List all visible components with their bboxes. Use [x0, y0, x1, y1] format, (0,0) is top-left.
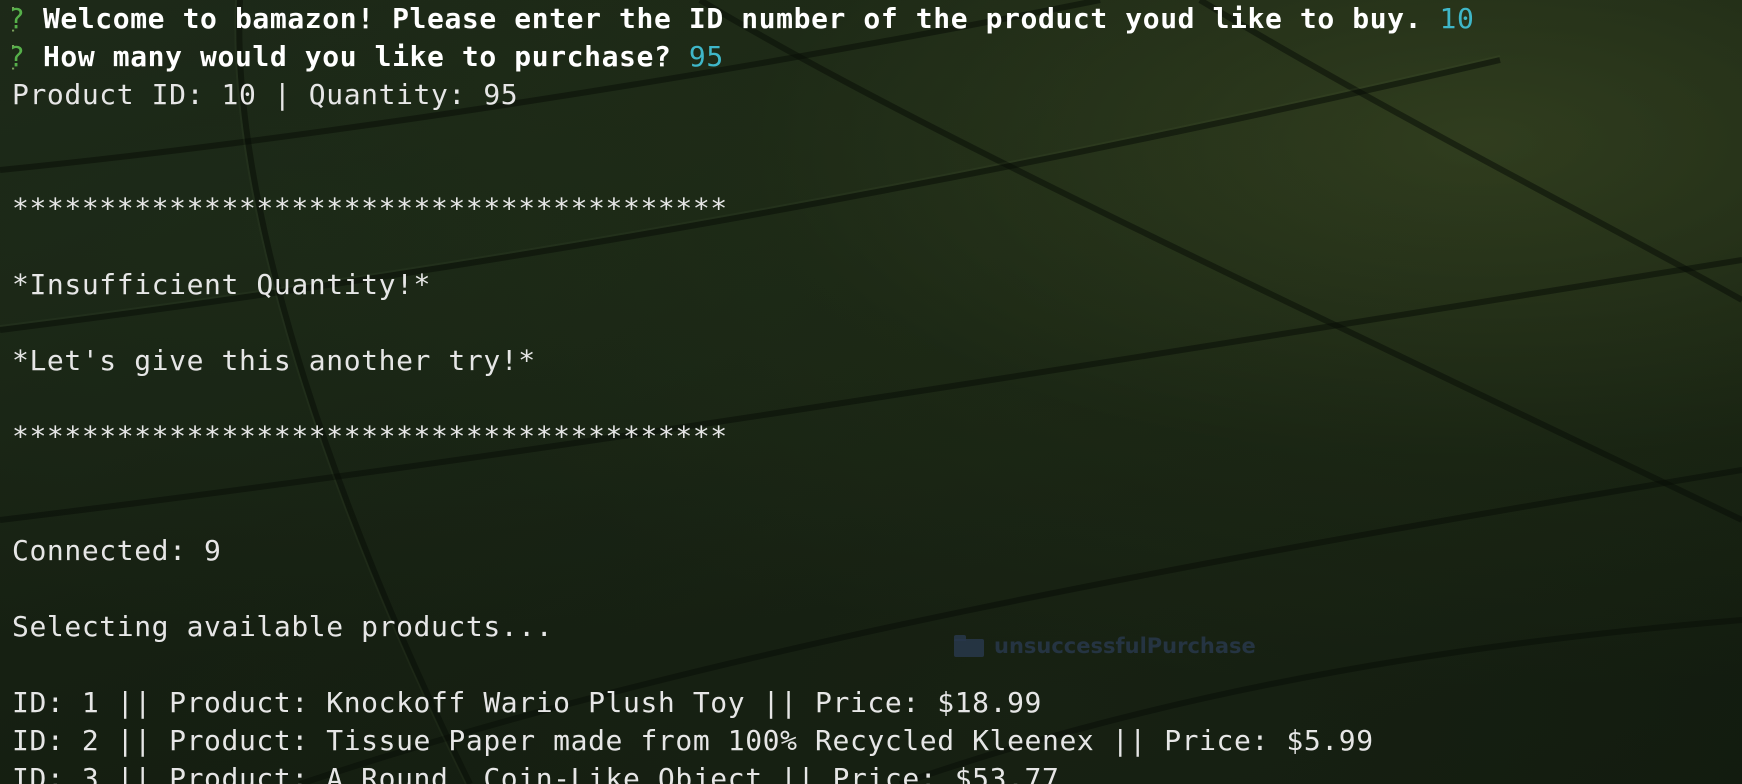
insufficient-quantity-message: *Insufficient Quantity!* [12, 268, 431, 301]
prompt-answer-product-id: 10 [1439, 2, 1475, 35]
product-row-1: ID: 1 || Product: Knockoff Wario Plush T… [12, 686, 1042, 719]
stars-divider-top: ****************************************… [12, 192, 728, 225]
prompt-question-product-id: Welcome to bamazon! Please enter the ID … [42, 2, 1423, 35]
product-row-3: ID: 3 || Product: A Round, Coin-Like Obj… [12, 762, 1060, 784]
product-row-2: ID: 2 || Product: Tissue Paper made from… [12, 724, 1374, 757]
prompt-question-quantity: How many would you like to purchase? [42, 40, 672, 73]
terminal-output: [? Welcome to bamazon! Please enter the … [0, 0, 1742, 784]
prompt-answer-quantity: 95 [688, 40, 724, 73]
prompt-line-product-id: [? Welcome to bamazon! Please enter the … [12, 0, 1742, 38]
connected-line: Connected: 9 [12, 534, 222, 567]
question-mark-icon: ? [12, 2, 25, 35]
retry-message: *Let's give this another try!* [12, 344, 536, 377]
stars-divider-bottom: ****************************************… [12, 420, 728, 453]
folder-icon [954, 635, 984, 657]
selecting-products-line: Selecting available products... [12, 610, 554, 643]
desktop-folder-label: unsuccessfulPurchase [994, 634, 1256, 658]
product-summary-line: Product ID: 10 | Quantity: 95 [12, 78, 519, 111]
prompt-line-quantity: [? How many would you like to purchase? … [12, 38, 1742, 76]
question-mark-icon: ? [12, 40, 25, 73]
desktop-folder[interactable]: unsuccessfulPurchase [954, 631, 1256, 661]
